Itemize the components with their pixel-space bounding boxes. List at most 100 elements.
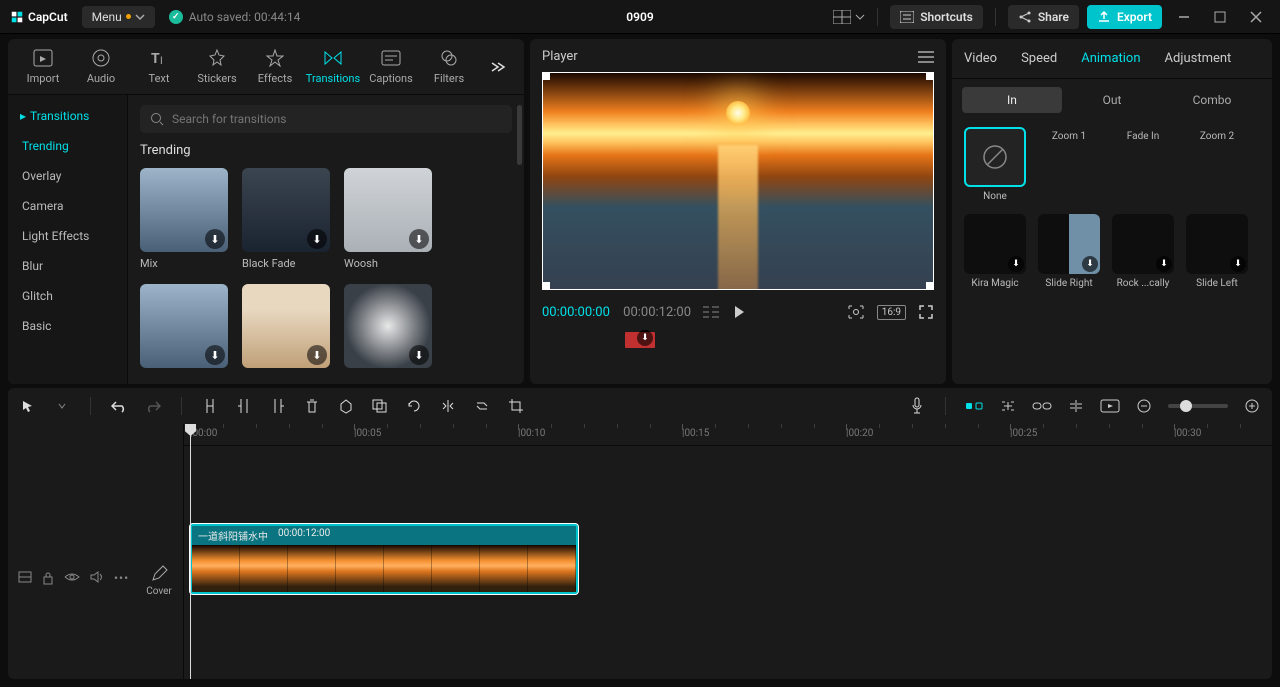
- category-glitch[interactable]: Glitch: [8, 281, 127, 311]
- inspector-tab-adjustment[interactable]: Adjustment: [1153, 39, 1244, 78]
- close-button[interactable]: [1242, 5, 1270, 29]
- resize-handle[interactable]: [926, 282, 934, 290]
- trim-left-tool[interactable]: [234, 396, 254, 416]
- zoom-out-button[interactable]: [1134, 396, 1154, 416]
- duplicate-tool[interactable]: [370, 396, 390, 416]
- tab-text[interactable]: TIText: [130, 48, 188, 85]
- anim-mode-out[interactable]: Out: [1062, 87, 1162, 113]
- scan-button[interactable]: [847, 304, 865, 320]
- animation-thumb[interactable]: ⬇Slide Right: [1038, 214, 1100, 289]
- download-icon[interactable]: ⬇: [1082, 256, 1098, 272]
- resize-handle[interactable]: [542, 282, 550, 290]
- delete-tool[interactable]: [302, 396, 322, 416]
- lock-icon[interactable]: [42, 571, 54, 585]
- animation-thumb[interactable]: ⬇: [1112, 301, 1174, 305]
- video-clip[interactable]: 一道斜阳铺水中 00:00:12:00: [190, 524, 578, 594]
- resize-handle[interactable]: [542, 72, 550, 80]
- category-basic[interactable]: Basic: [8, 311, 127, 341]
- animation-thumb[interactable]: ⬇Zoom 2: [1186, 127, 1248, 202]
- shortcuts-button[interactable]: Shortcuts: [890, 5, 983, 29]
- resize-handle[interactable]: [926, 72, 934, 80]
- download-icon[interactable]: ⬇: [1156, 256, 1172, 272]
- animation-thumb[interactable]: ⬇Slide Left: [1186, 214, 1248, 289]
- play-button[interactable]: [731, 304, 747, 320]
- share-button[interactable]: Share: [1008, 5, 1079, 29]
- eye-icon[interactable]: [64, 571, 80, 585]
- crop-tool[interactable]: [506, 396, 526, 416]
- category-overlay[interactable]: Overlay: [8, 161, 127, 191]
- download-icon[interactable]: ⬇: [205, 345, 225, 365]
- category-light-effects[interactable]: Light Effects: [8, 221, 127, 251]
- time-ruler[interactable]: |00:00|00:05|00:10|00:15|00:20|00:25|00:…: [184, 424, 1272, 446]
- inspector-tab-speed[interactable]: Speed: [1009, 39, 1069, 78]
- align-tool[interactable]: [1066, 396, 1086, 416]
- rotate-tool[interactable]: [404, 396, 424, 416]
- aspect-ratio[interactable]: 16:9: [877, 305, 906, 320]
- playhead[interactable]: [190, 424, 191, 679]
- transition-thumb[interactable]: ⬇Mix: [140, 168, 228, 270]
- undo-button[interactable]: [109, 396, 129, 416]
- chain-tool[interactable]: [1032, 396, 1052, 416]
- trim-right-tool[interactable]: [268, 396, 288, 416]
- transition-thumb[interactable]: ⬇: [140, 284, 228, 368]
- search-input[interactable]: [172, 112, 502, 126]
- menu-button[interactable]: Menu: [82, 6, 155, 28]
- download-icon[interactable]: ⬇: [307, 229, 327, 249]
- mic-button[interactable]: [907, 396, 927, 416]
- animation-thumb[interactable]: ⬇: [964, 301, 1026, 305]
- download-icon[interactable]: ⬇: [409, 229, 429, 249]
- animation-thumb[interactable]: ⬇Kira Magic: [964, 214, 1026, 289]
- transition-thumb[interactable]: ⬇: [242, 284, 330, 368]
- tab-stickers[interactable]: Stickers: [188, 48, 246, 85]
- split-tool[interactable]: [200, 396, 220, 416]
- scrollbar[interactable]: [517, 105, 522, 165]
- sync-tool[interactable]: [472, 396, 492, 416]
- animation-thumb[interactable]: ⬇Rock ...cally: [1112, 214, 1174, 289]
- anim-mode-in[interactable]: In: [962, 87, 1062, 113]
- transition-thumb[interactable]: ⬇Woosh: [344, 168, 432, 270]
- export-button[interactable]: Export: [1087, 5, 1162, 29]
- tab-effects[interactable]: Effects: [246, 48, 304, 85]
- category-head[interactable]: ▸ Transitions: [8, 101, 127, 131]
- tabs-more[interactable]: [488, 61, 518, 73]
- download-icon[interactable]: ⬇: [409, 345, 429, 365]
- download-icon[interactable]: ⬇: [307, 345, 327, 365]
- animation-thumb[interactable]: ⬇: [1186, 301, 1248, 305]
- category-camera[interactable]: Camera: [8, 191, 127, 221]
- aspect-preset-button[interactable]: [833, 10, 865, 24]
- animation-thumb[interactable]: ⬇Zoom 1: [1038, 127, 1100, 202]
- mute-icon[interactable]: [90, 571, 104, 585]
- transition-thumb[interactable]: ⬇: [344, 284, 432, 368]
- transition-thumb[interactable]: ⬇Black Fade: [242, 168, 330, 270]
- list-toggle[interactable]: [703, 305, 719, 319]
- marker-tool[interactable]: [336, 396, 356, 416]
- tab-filters[interactable]: Filters: [420, 48, 478, 85]
- pointer-tool[interactable]: [18, 396, 38, 416]
- animation-thumb[interactable]: None: [964, 127, 1026, 202]
- mirror-tool[interactable]: [438, 396, 458, 416]
- zoom-in-button[interactable]: [1242, 396, 1262, 416]
- cover-button[interactable]: Cover: [143, 565, 175, 597]
- tab-captions[interactable]: Captions: [362, 48, 420, 85]
- tab-import[interactable]: Import: [14, 48, 72, 85]
- download-icon[interactable]: ⬇: [205, 229, 225, 249]
- magnet-tool[interactable]: [964, 396, 984, 416]
- layer-toggle-icon[interactable]: [18, 571, 32, 585]
- maximize-button[interactable]: [1206, 5, 1234, 29]
- inspector-tab-video[interactable]: Video: [952, 39, 1009, 78]
- timeline-tracks[interactable]: |00:00|00:05|00:10|00:15|00:20|00:25|00:…: [184, 424, 1272, 679]
- player-menu-button[interactable]: [918, 51, 934, 63]
- link-tool[interactable]: [998, 396, 1018, 416]
- zoom-slider[interactable]: [1168, 404, 1228, 408]
- zoom-thumb[interactable]: [1180, 400, 1192, 412]
- redo-button[interactable]: [143, 396, 163, 416]
- category-blur[interactable]: Blur: [8, 251, 127, 281]
- preview-viewport[interactable]: [542, 72, 934, 290]
- search-box[interactable]: [140, 105, 512, 133]
- tab-transitions[interactable]: Transitions: [304, 48, 362, 85]
- download-icon[interactable]: ⬇: [1230, 256, 1246, 272]
- download-icon[interactable]: ⬇: [1008, 256, 1024, 272]
- tab-audio[interactable]: Audio: [72, 48, 130, 85]
- category-trending[interactable]: Trending: [8, 131, 127, 161]
- fullscreen-button[interactable]: [918, 304, 934, 320]
